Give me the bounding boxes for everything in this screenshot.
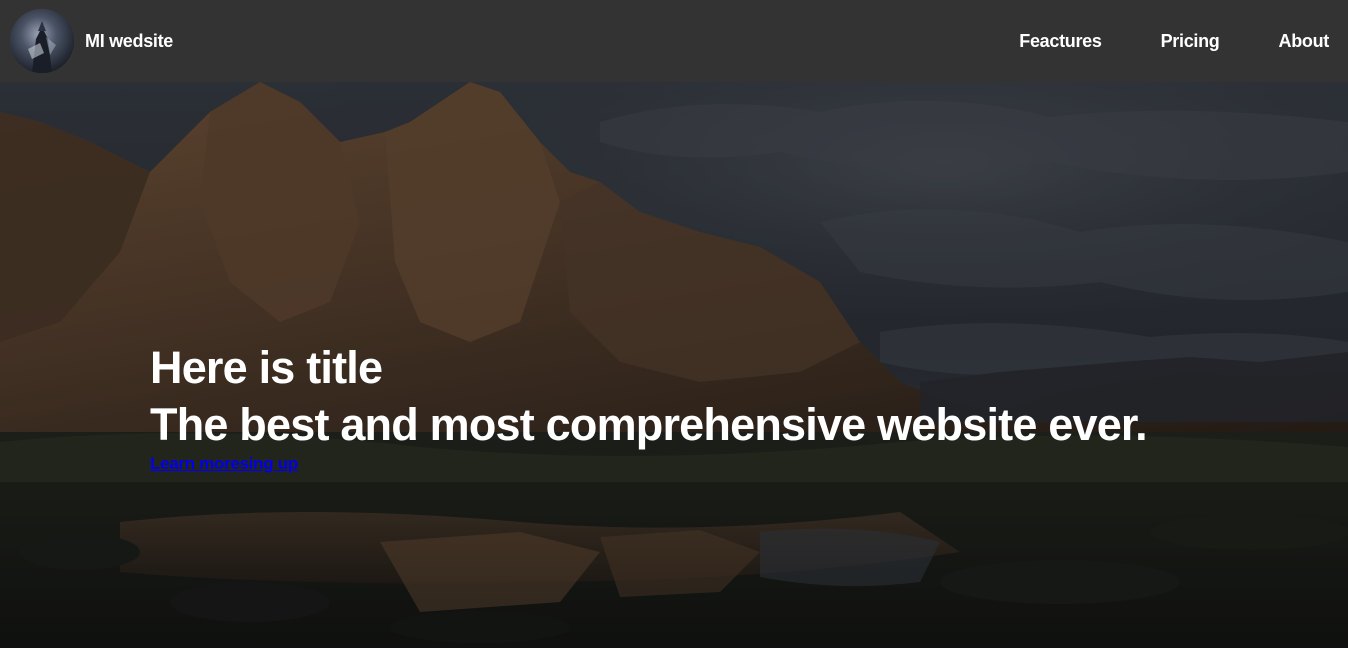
nav-link-about[interactable]: About bbox=[1279, 31, 1330, 52]
brand-name: MI wedsite bbox=[85, 30, 174, 51]
navbar: MI wedsite Feactures Pricing About bbox=[0, 0, 1348, 82]
nav-link-features[interactable]: Feactures bbox=[1019, 31, 1102, 52]
avatar-image bbox=[10, 9, 74, 73]
hero-content: Here is title The best and most comprehe… bbox=[150, 340, 1148, 474]
learn-more-link[interactable]: Learn moresing up bbox=[150, 454, 298, 474]
brand-link[interactable]: MI wedsite bbox=[10, 9, 173, 73]
hero-section: Here is title The best and most comprehe… bbox=[0, 82, 1348, 648]
hero-subtitle: The best and most comprehensive website … bbox=[150, 399, 1148, 450]
nav-link-pricing[interactable]: Pricing bbox=[1161, 31, 1220, 52]
avatar bbox=[10, 9, 74, 73]
nav-links: Feactures Pricing About bbox=[960, 31, 1329, 52]
hero-title: Here is title bbox=[150, 342, 383, 393]
